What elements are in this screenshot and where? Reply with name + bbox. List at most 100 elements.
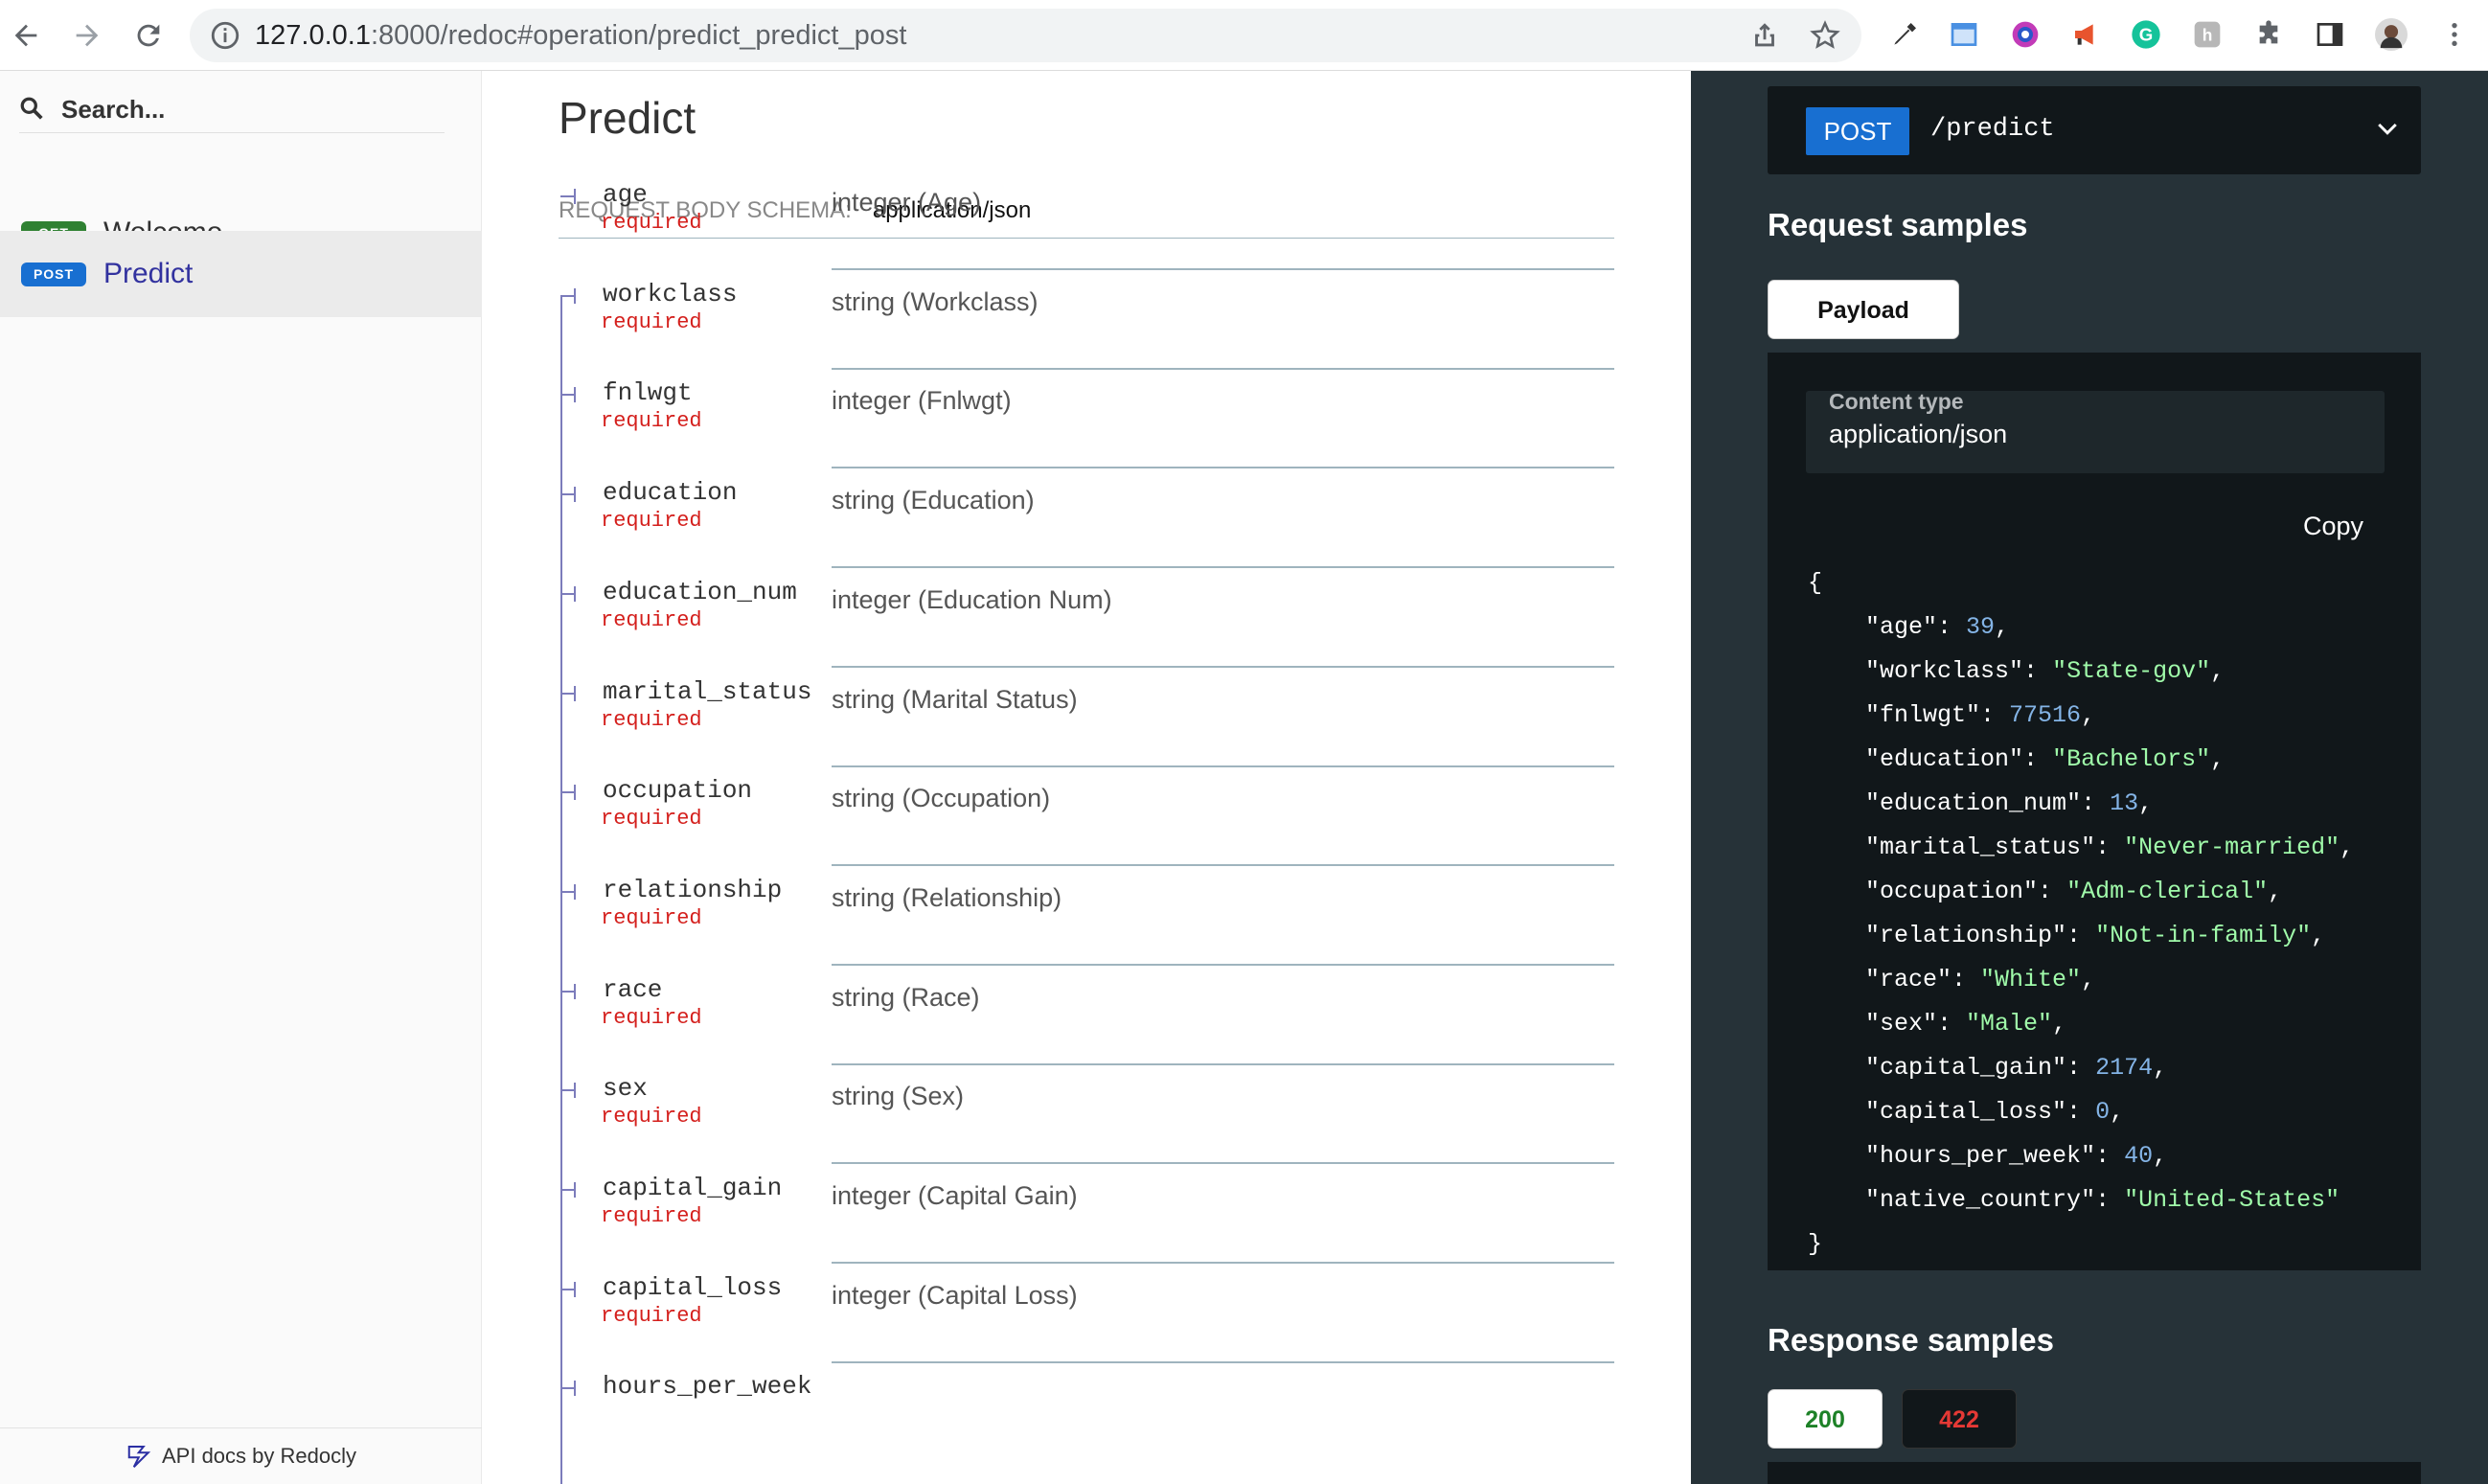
schema-property-row[interactable]: sex required string (Sex) [559,1064,1614,1165]
tree-branch [560,983,576,999]
sidebar: GET Welcome POST Predict API docs by Red… [0,71,482,1484]
json-value: 0 [2095,1098,2111,1126]
json-key: fnlwgt [1880,701,1967,729]
json-line: "sex": "Male", [1808,1010,2067,1038]
response-samples-heading: Response samples [1768,1322,2054,1358]
schema-property-row[interactable]: capital_loss required integer (Capital Los… [559,1264,1614,1363]
required-label: required [601,309,702,334]
required-label: required [601,409,702,434]
content-type-value: application/json [1829,420,2008,448]
extensions-puzzle-icon[interactable] [2251,17,2286,52]
schema-property-row[interactable]: workclass required string (Workclass) [559,270,1614,370]
json-key: education_num [1880,789,2067,817]
endpoint-path: /predict [1930,115,2055,144]
property-name: fnlwgt [603,378,693,408]
json-line: "fnlwgt": 77516, [1808,701,2096,729]
address-bar[interactable]: 127.0.0.1:8000/redoc#operation/predict_p… [190,9,1861,62]
request-sample-code-box: Content type application/json Copy { "ag… [1768,353,2421,1270]
json-value: 40 [2124,1142,2154,1170]
required-label: required [601,1204,702,1228]
property-type: integer (Fnlwgt) [832,386,1012,416]
payload-tab[interactable]: Payload [1768,280,1959,339]
megaphone-extension-icon[interactable] [2069,17,2104,52]
property-type: integer (Capital Loss) [832,1280,1078,1310]
bookmark-star-icon[interactable] [1809,19,1841,52]
json-value: "State-gov" [2052,657,2211,685]
json-value: "Not-in-family" [2095,922,2312,949]
reload-button[interactable] [126,13,171,57]
side-panel-icon[interactable] [2313,17,2347,52]
redocly-footer-text: API docs by Redocly [162,1444,356,1468]
endpoint-selector[interactable]: POST /predict [1768,86,2421,174]
schema-property-row[interactable]: age required integer (Age) [559,171,1614,270]
tree-branch [560,883,576,900]
property-type: string (Marital Status) [832,684,1078,714]
tree-branch [560,585,576,602]
window-extension-icon[interactable] [1947,17,1981,52]
json-key: education [1880,745,2010,773]
json-key: age [1880,613,1924,641]
schema-property-row[interactable]: marital_status required string (Marital St… [559,668,1614,767]
url-text[interactable]: 127.0.0.1:8000/redoc#operation/predict_p… [255,20,906,52]
sidebar-item-predict[interactable]: POST Predict [0,231,482,317]
profile-avatar[interactable] [2374,17,2408,52]
property-name: hours_per_week [603,1372,812,1402]
search-box[interactable] [19,88,445,133]
required-label: required [601,1005,702,1030]
property-name: marital_status [603,676,812,706]
back-button[interactable] [4,13,48,57]
response-422-tab[interactable]: 422 [1902,1389,2017,1449]
json-value: 13 [2110,789,2139,817]
redocly-footer-link[interactable]: API docs by Redocly [0,1427,482,1484]
post-method-badge: POST [21,262,86,286]
color-extension-icon[interactable] [2008,17,2043,52]
tree-branch [560,1182,576,1198]
json-key: race [1880,966,1938,993]
json-value: "White" [1980,966,2082,993]
json-line: "relationship": "Not-in-family", [1808,922,2326,949]
tree-branch [560,785,576,801]
h-extension-icon[interactable]: h [2190,17,2225,52]
tree-branch [560,685,576,701]
search-input[interactable] [59,88,427,130]
eyedropper-extension-icon[interactable] [1887,17,1922,52]
schema-property-row[interactable]: hours_per_week [559,1362,1614,1462]
browser-menu-icon[interactable] [2437,17,2472,52]
chevron-down-icon[interactable] [2373,115,2402,144]
property-name: sex [603,1074,648,1104]
schema-property-row[interactable]: capital_gain required integer (Capital Gai… [559,1164,1614,1264]
required-label: required [601,1105,702,1130]
property-name: age [603,180,648,209]
schema-property-row[interactable]: race required string (Race) [559,966,1614,1065]
json-line: "native_country": "United-States" [1808,1186,2340,1214]
content-type-box[interactable]: Content type application/json [1806,389,2385,473]
property-name: workclass [603,279,738,308]
reload-icon [137,24,160,47]
required-label: required [601,707,702,732]
tree-branch [560,189,576,204]
grammarly-extension-icon[interactable]: G [2129,17,2163,52]
json-value: "Adm-clerical" [2066,878,2269,905]
response-200-tab[interactable]: 200 [1768,1389,1883,1449]
copy-button[interactable]: Copy [2303,512,2363,541]
property-type: string (Race) [832,982,980,1012]
json-key: workclass [1880,657,2010,685]
share-icon[interactable] [1748,19,1781,52]
json-key: hours_per_week [1880,1142,2082,1170]
json-sample: { "age": 39, "workclass": "State-gov", "… [1808,561,2354,1267]
json-line: "marital_status": "Never-married", [1808,833,2355,861]
forward-button[interactable] [65,13,109,57]
search-icon [20,97,43,120]
schema-property-row[interactable]: occupation required string (Occupation) [559,766,1614,867]
schema-property-row[interactable]: education_num required integer (Education … [559,568,1614,668]
schema-property-row[interactable]: education required string (Education) [559,468,1614,569]
json-line: "capital_gain": 2174, [1808,1054,2168,1082]
property-name: race [603,974,663,1004]
json-line: "age": 39, [1808,613,2010,641]
required-label: required [601,607,702,632]
operation-content: Predict REQUEST BODY SCHEMA: application/… [482,71,1691,1484]
site-info-icon[interactable] [209,19,241,52]
schema-property-row[interactable]: relationship required string (Relationship… [559,866,1614,966]
schema-property-row[interactable]: fnlwgt required integer (Fnlwgt) [559,369,1614,469]
property-name: capital_loss [603,1272,783,1302]
